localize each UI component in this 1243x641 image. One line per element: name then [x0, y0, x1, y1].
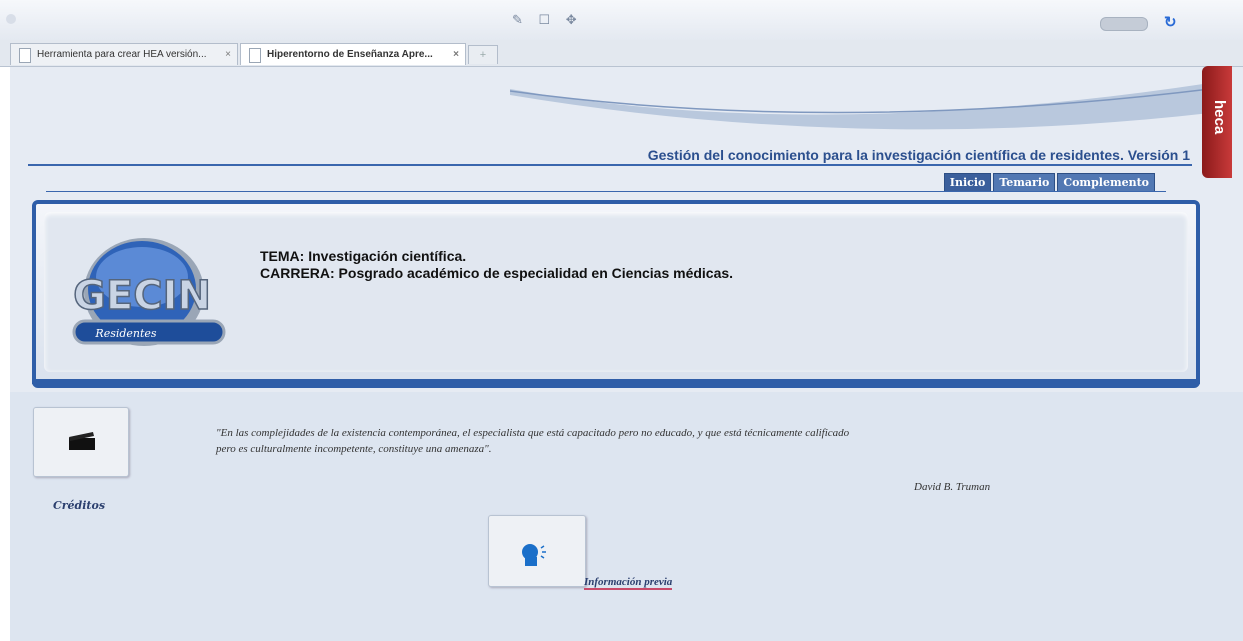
logo-text: GECIN: [73, 273, 211, 319]
close-tab-icon[interactable]: ×: [453, 44, 459, 65]
new-tab-button[interactable]: +: [468, 45, 498, 64]
creditos-button[interactable]: [33, 407, 129, 477]
tab-label: Herramienta para crear HEA versión...: [37, 49, 207, 60]
header-swoosh: [510, 83, 1210, 130]
tema-line: TEMA: Investigación científica.: [260, 248, 467, 264]
logo-subtext: Residentes: [94, 327, 157, 340]
quote-line: pero es culturalmente incompetente, cons…: [216, 443, 492, 455]
page-title: Gestión del conocimiento para la investi…: [647, 147, 1190, 163]
toolbar-tools-icons[interactable]: ✎ ☐ ✥: [512, 12, 583, 28]
topic-text: TEMA: Investigación científica. CARRERA:…: [260, 248, 733, 282]
carrera-line: CARRERA: Posgrado académico de especiali…: [260, 265, 734, 281]
tab-label: Hiperentorno de Enseñanza Apre...: [267, 49, 433, 60]
browser-toolbar: ✎ ☐ ✥ ↻: [0, 0, 1243, 41]
side-tab-label: heca: [1211, 100, 1228, 135]
close-tab-icon[interactable]: ×: [225, 44, 231, 65]
divider: [28, 164, 1192, 166]
informacion-previa-link[interactable]: Información previa: [584, 576, 673, 590]
quote-author: David B. Truman: [914, 481, 991, 493]
gecin-logo: GECIN Residentes: [72, 238, 226, 346]
banner-base-bar: [32, 379, 1200, 384]
nav-inicio[interactable]: Inicio: [943, 173, 992, 192]
nav-temario[interactable]: Temario: [993, 173, 1056, 192]
creditos-label[interactable]: Créditos: [53, 499, 105, 512]
document-icon: [19, 48, 31, 63]
divider: [46, 191, 1166, 192]
page-icon: [6, 14, 16, 24]
reload-icon[interactable]: ↻: [1164, 13, 1177, 31]
quote-text: "En las complejidades de la existencia c…: [216, 425, 1116, 457]
tab-herramienta[interactable]: Herramienta para crear HEA versión... ×: [10, 43, 238, 65]
nav-complemento[interactable]: Complemento: [1057, 173, 1155, 192]
tab-bar: Herramienta para crear HEA versión... × …: [0, 40, 1243, 67]
heca-side-tab[interactable]: heca: [1202, 66, 1232, 178]
main-nav: Inicio Temario Complemento: [943, 173, 1155, 192]
page-content: Gestión del conocimiento para la investi…: [10, 67, 1243, 641]
topic-banner: GECIN Residentes TEMA: Investigación cie…: [32, 200, 1200, 388]
quote-line: "En las complejidades de la existencia c…: [216, 427, 850, 439]
zoom-control[interactable]: [1100, 17, 1148, 31]
informacion-previa-button[interactable]: [488, 515, 586, 587]
clapperboard-icon: [69, 432, 95, 450]
tab-hiperentorno[interactable]: Hiperentorno de Enseñanza Apre... ×: [240, 43, 466, 65]
document-icon: [249, 48, 261, 63]
speaking-head-icon: [522, 544, 546, 566]
